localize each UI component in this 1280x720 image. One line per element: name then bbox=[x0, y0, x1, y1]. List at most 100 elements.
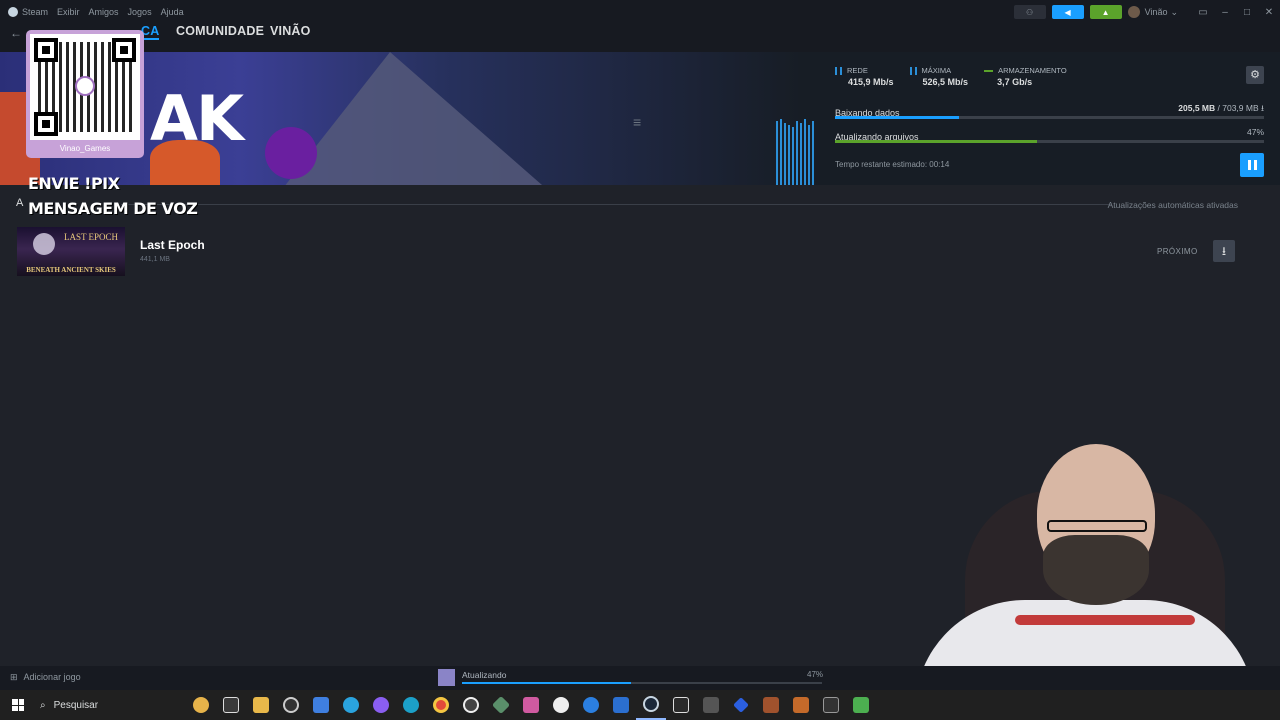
line-icon bbox=[984, 69, 994, 72]
xbox-icon[interactable] bbox=[546, 690, 576, 720]
steam-statusbar: ⊞ Adicionar jogo Atualizando 47% bbox=[0, 666, 1280, 690]
app-blue-round-icon[interactable] bbox=[576, 690, 606, 720]
minimize-button[interactable]: – bbox=[1214, 7, 1236, 18]
monitor-icon[interactable]: ▭ bbox=[1192, 7, 1214, 18]
menu-friends[interactable]: Amigos bbox=[89, 7, 119, 17]
downloads-banner: AK ≡ REDE 415,9 Mb/s MÁXIMA 526,5 Mb/s A… bbox=[0, 52, 1280, 185]
menu-steam[interactable]: Steam bbox=[22, 7, 48, 17]
nav-profile[interactable]: VINÃO bbox=[270, 24, 311, 38]
menu-help[interactable]: Ajuda bbox=[161, 7, 184, 17]
download-progress-fill bbox=[835, 116, 960, 119]
download-progress-row: Baixando dados 205,5 MB / 703,9 MB ⭳ bbox=[835, 103, 1264, 121]
app-diamond-icon[interactable] bbox=[486, 690, 516, 720]
download-done: 205,5 MB bbox=[1178, 103, 1216, 113]
menu-games[interactable]: Jogos bbox=[128, 7, 152, 17]
discord-icon[interactable] bbox=[366, 690, 396, 720]
stat-peak: MÁXIMA 526,5 Mb/s bbox=[909, 66, 969, 87]
people-icon: ⚇ bbox=[1026, 7, 1034, 17]
edge-icon[interactable] bbox=[396, 690, 426, 720]
globe-icon bbox=[75, 76, 95, 96]
maximize-button[interactable]: □ bbox=[1236, 7, 1258, 18]
pix-line-2: MENSAGEM DE VOZ bbox=[28, 199, 198, 218]
pause-button[interactable] bbox=[1240, 153, 1264, 177]
bars-icon bbox=[909, 66, 917, 75]
graph-bar bbox=[792, 127, 794, 185]
graph-bar bbox=[812, 121, 814, 185]
art-logo: AK bbox=[150, 82, 244, 155]
task-view-icon[interactable] bbox=[216, 690, 246, 720]
close-button[interactable]: ✕ bbox=[1258, 7, 1280, 18]
queue-item: LAST EPOCH BENEATH ANCIENT SKIES Last Ep… bbox=[17, 227, 1247, 277]
download-amount: 205,5 MB / 703,9 MB ⭳ bbox=[1178, 103, 1264, 117]
app-s-icon[interactable] bbox=[816, 690, 846, 720]
app-pink-icon[interactable] bbox=[516, 690, 546, 720]
app-arrow-icon[interactable] bbox=[726, 690, 756, 720]
taskbar-search[interactable]: ⌕ Pesquisar bbox=[36, 690, 186, 720]
steam-taskbar-icon[interactable] bbox=[636, 690, 666, 720]
app-blue-square-icon[interactable] bbox=[606, 690, 636, 720]
game-name[interactable]: Last Epoch bbox=[140, 238, 205, 252]
webcam-glasses bbox=[1047, 520, 1147, 532]
telegram-icon[interactable] bbox=[336, 690, 366, 720]
stat-peak-label: MÁXIMA bbox=[921, 66, 952, 75]
updating-percent: 47% bbox=[1246, 127, 1264, 137]
plus-icon: ⊞ bbox=[10, 672, 18, 682]
gear-icon[interactable]: ⚙ bbox=[1246, 66, 1264, 84]
copilot-icon[interactable] bbox=[186, 690, 216, 720]
back-arrow-icon[interactable]: ← bbox=[10, 26, 22, 40]
start-button[interactable] bbox=[0, 690, 36, 720]
chrome-icon[interactable] bbox=[426, 690, 456, 720]
pix-overlay-text: ENVIE !PIX MENSAGEM DE VOZ bbox=[28, 171, 198, 221]
app-green-icon[interactable] bbox=[846, 690, 876, 720]
game-thumbnail bbox=[438, 669, 455, 686]
section-header: A Atualizações automáticas ativadas bbox=[16, 197, 1264, 213]
status-updating[interactable]: Atualizando bbox=[462, 670, 506, 680]
menu-view[interactable]: Exibir bbox=[57, 7, 80, 17]
download-icon: ⭳ bbox=[1261, 103, 1264, 113]
hamburger-icon[interactable]: ≡ bbox=[633, 114, 641, 130]
epic-games-icon[interactable] bbox=[666, 690, 696, 720]
notifications-button[interactable]: ▲ bbox=[1089, 5, 1122, 19]
nav-community[interactable]: COMUNIDADE bbox=[176, 24, 264, 38]
windows-taskbar: ⌕ Pesquisar bbox=[0, 690, 1280, 720]
capsule-subtitle: BENEATH ANCIENT SKIES bbox=[26, 266, 116, 274]
art-plum bbox=[265, 127, 317, 179]
capsule-moon bbox=[33, 233, 55, 255]
app-flame-icon[interactable] bbox=[306, 690, 336, 720]
obs-icon[interactable] bbox=[276, 690, 306, 720]
search-icon: ⌕ bbox=[40, 699, 46, 711]
graph-bar bbox=[804, 119, 806, 185]
status-progress-bar bbox=[462, 682, 822, 684]
update-progress-row: Atualizando arquivos 47% bbox=[835, 127, 1264, 145]
app-brown-icon[interactable] bbox=[756, 690, 786, 720]
file-explorer-icon[interactable] bbox=[246, 690, 276, 720]
steam-logo-icon bbox=[8, 7, 18, 17]
chevron-down-icon: ⌄ bbox=[1170, 6, 1178, 17]
app-circle-icon[interactable] bbox=[456, 690, 486, 720]
main-nav: ← CA COMUNIDADE VINÃO bbox=[0, 24, 1280, 52]
add-game-button[interactable]: ⊞ Adicionar jogo bbox=[10, 672, 81, 683]
stat-peak-value: 526,5 Mb/s bbox=[922, 77, 969, 87]
user-menu[interactable]: Vinão ⌄ bbox=[1127, 6, 1178, 18]
app-pen-icon[interactable] bbox=[696, 690, 726, 720]
download-progress-bar bbox=[835, 116, 1264, 119]
announcements-button[interactable]: ◀ bbox=[1051, 5, 1084, 19]
stat-storage: ARMAZENAMENTO 3,7 Gb/s bbox=[984, 66, 1067, 87]
graph-bar bbox=[776, 121, 778, 185]
search-label: Pesquisar bbox=[53, 699, 99, 711]
update-progress-fill bbox=[835, 140, 1037, 143]
update-progress-bar bbox=[835, 140, 1264, 143]
webcam-beard bbox=[1043, 535, 1149, 605]
game-capsule[interactable]: LAST EPOCH BENEATH ANCIENT SKIES bbox=[17, 227, 125, 276]
qr-code bbox=[30, 34, 140, 140]
section-divider bbox=[121, 204, 1111, 205]
download-total: 703,9 MB bbox=[1222, 103, 1259, 113]
big-picture-button[interactable]: ⚇ bbox=[1013, 5, 1046, 19]
stat-network: REDE 415,9 Mb/s bbox=[835, 66, 894, 87]
qr-finder bbox=[112, 38, 136, 62]
stat-network-label: REDE bbox=[847, 66, 868, 75]
app-orange-icon[interactable] bbox=[786, 690, 816, 720]
auto-updates-text: Atualizações automáticas ativadas bbox=[1107, 200, 1238, 210]
stat-network-value: 415,9 Mb/s bbox=[848, 77, 894, 87]
download-now-button[interactable]: ⭳ bbox=[1213, 240, 1235, 262]
